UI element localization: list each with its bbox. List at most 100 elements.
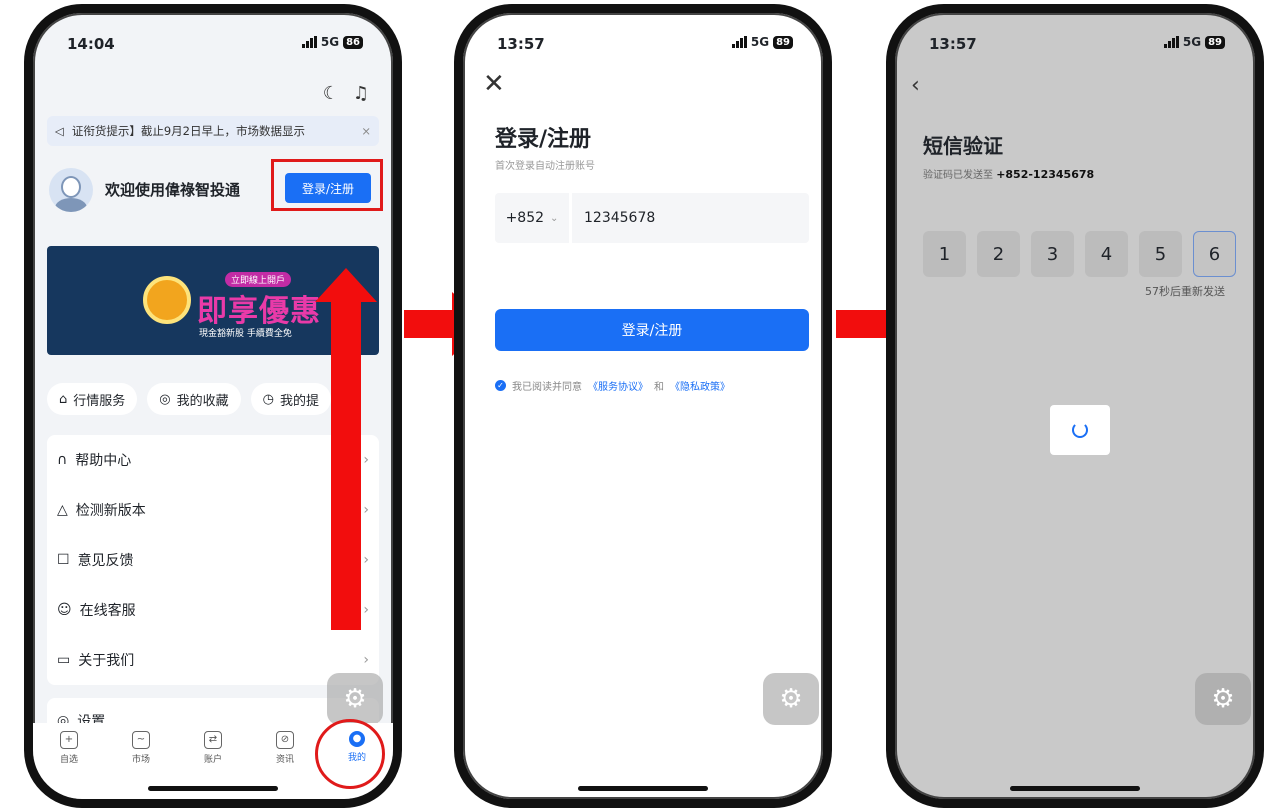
book-icon: ▭ xyxy=(57,652,71,668)
up-arrow-shaft xyxy=(331,300,361,630)
status-bar: 13:57 5G 89 xyxy=(929,35,1225,59)
agree-text: 我已阅读并同意 xyxy=(512,382,582,393)
feedback-icon: ☐ xyxy=(57,552,70,568)
chip-alerts[interactable]: ◷ 我的提 xyxy=(250,383,331,415)
right-arrow-shaft-2 xyxy=(836,310,888,338)
close-icon[interactable]: × xyxy=(361,124,371,138)
chevron-right-icon: › xyxy=(363,502,369,518)
banner-tag: 立即線上開戶 xyxy=(225,272,292,287)
code-digit-box[interactable]: 1 xyxy=(923,231,966,277)
login-register-button[interactable]: 登录/注册 xyxy=(285,173,371,203)
speaker-icon: ◁ xyxy=(55,124,64,138)
battery-level: 89 xyxy=(1205,35,1225,49)
wrench-icon: ⚙ xyxy=(343,684,367,714)
login-register-submit-button[interactable]: 登录/注册 xyxy=(495,309,809,351)
banner-subtitle: 現金豁新股 手續費全免 xyxy=(199,329,292,339)
chip-favorites[interactable]: ◎ 我的收藏 xyxy=(147,383,241,415)
tab-label: 账户 xyxy=(203,755,222,765)
code-digit-box[interactable]: 3 xyxy=(1031,231,1074,277)
menu-label: 检测新版本 xyxy=(75,503,146,519)
resend-countdown: 57秒后重新发送 xyxy=(1145,285,1225,298)
floating-tool-button[interactable]: ⚙ xyxy=(763,673,819,725)
menu-item-update[interactable]: △ 检测新版本 › xyxy=(47,485,379,535)
loading-spinner-icon xyxy=(1072,422,1088,438)
close-icon[interactable]: ✕ xyxy=(483,69,505,99)
compass-icon: ⊘ xyxy=(276,731,294,749)
back-icon[interactable]: ‹ xyxy=(911,73,920,98)
highlight-circle xyxy=(315,719,385,789)
code-digit-box[interactable]: 6 xyxy=(1193,231,1236,277)
agree-checkbox[interactable]: ✓ xyxy=(495,380,506,391)
loading-dialog xyxy=(1050,405,1110,455)
page-title: 短信验证 xyxy=(923,134,1003,158)
chat-icon: ☺ xyxy=(57,602,72,618)
sent-to-prefix: 验证码已发送至 xyxy=(923,170,993,181)
update-icon: △ xyxy=(57,502,68,518)
code-digit-box[interactable]: 2 xyxy=(977,231,1020,277)
settings-menu: ∩ 帮助中心 › △ 检测新版本 › ☐ 意见反馈 › ☺ 在线客服 › ▭ 关于我们 › xyxy=(47,435,379,685)
page-title: 登录/注册 xyxy=(495,127,592,152)
agreement-row: ✓ 我已阅读并同意 《服务协议》 和 《隐私政策》 xyxy=(495,378,730,393)
signal-icon xyxy=(731,36,747,48)
chip-label: 行情服务 xyxy=(73,393,126,409)
menu-item-support[interactable]: ☺ 在线客服 › xyxy=(47,585,379,635)
tab-label: 资讯 xyxy=(275,755,294,765)
chip-market-service[interactable]: ⌂ 行情服务 xyxy=(47,383,138,415)
chip-label: 我的提 xyxy=(279,393,319,409)
menu-label: 意见反馈 xyxy=(77,553,134,569)
battery-level: 89 xyxy=(773,35,793,49)
wrench-icon: ⚙ xyxy=(779,684,803,714)
menu-item-feedback[interactable]: ☐ 意见反馈 › xyxy=(47,535,379,585)
chevron-right-icon: › xyxy=(363,652,369,668)
network-type: 5G xyxy=(1182,35,1202,49)
privacy-link[interactable]: 《隐私政策》 xyxy=(670,378,730,393)
status-bar: 14:04 5G 86 xyxy=(67,35,363,59)
network-type: 5G xyxy=(320,35,340,49)
page-subtitle: 首次登录自动注册账号 xyxy=(495,161,595,172)
floating-tool-button[interactable]: ⚙ xyxy=(1195,673,1251,725)
banner-title: 即享優惠 xyxy=(197,294,321,329)
favorite-icon: ◎ xyxy=(159,391,171,407)
dark-mode-icon[interactable]: ☾ xyxy=(323,83,339,104)
home-indicator xyxy=(1010,786,1140,791)
avatar[interactable] xyxy=(49,168,93,212)
terms-link[interactable]: 《服务协议》 xyxy=(588,378,648,393)
alarm-icon: ◷ xyxy=(262,391,274,407)
notice-text: 证衔货提示】截止9月2日早上，市场数据显示 xyxy=(71,124,305,138)
network-type: 5G xyxy=(750,35,770,49)
up-arrow-head xyxy=(315,268,377,302)
user-row: 欢迎使用偉祿智投通 登录/注册 xyxy=(49,159,383,220)
floating-tool-button[interactable]: ⚙ xyxy=(327,673,383,725)
bank-icon: ⌂ xyxy=(59,391,68,407)
signal-icon xyxy=(301,36,317,48)
right-arrow-shaft-1 xyxy=(404,310,454,338)
code-digit-box[interactable]: 5 xyxy=(1139,231,1182,277)
home-indicator xyxy=(148,786,278,791)
tab-label: 自选 xyxy=(59,755,78,765)
welcome-text: 欢迎使用偉祿智投通 xyxy=(105,181,241,199)
sent-to-text: 验证码已发送至 +852-12345678 xyxy=(923,166,1094,181)
country-code: +852 xyxy=(505,210,545,226)
and-text: 和 xyxy=(654,382,664,393)
menu-item-help[interactable]: ∩ 帮助中心 › xyxy=(47,435,379,485)
watchlist-icon: + xyxy=(60,731,78,749)
code-input-group: 1 2 3 4 5 6 xyxy=(923,231,1236,277)
battery-level: 86 xyxy=(343,35,363,49)
phone-number-input[interactable]: 12345678 xyxy=(572,193,809,243)
headset-icon: ∩ xyxy=(57,452,68,468)
bell-icon[interactable]: ♫ xyxy=(353,83,369,104)
chip-label: 我的收藏 xyxy=(176,393,229,409)
menu-label: 帮助中心 xyxy=(75,453,132,469)
code-digit-box[interactable]: 4 xyxy=(1085,231,1128,277)
menu-label: 关于我们 xyxy=(78,653,135,669)
home-indicator xyxy=(578,786,708,791)
chevron-right-icon: › xyxy=(363,552,369,568)
status-time: 13:57 xyxy=(929,35,977,53)
notice-bar[interactable]: ◁ 证衔货提示】截止9月2日早上，市场数据显示 × xyxy=(47,116,379,146)
status-time: 14:04 xyxy=(67,35,115,53)
status-bar: 13:57 5G 89 xyxy=(497,35,793,59)
tab-watchlist[interactable]: + 自选 xyxy=(33,731,105,799)
menu-label: 在线客服 xyxy=(79,603,136,619)
phone-screen-sms-verify: 13:57 5G 89 ‹ 短信验证 验证码已发送至 +852-12345678… xyxy=(886,4,1264,808)
country-code-select[interactable]: +852 ⌄ xyxy=(495,193,569,243)
